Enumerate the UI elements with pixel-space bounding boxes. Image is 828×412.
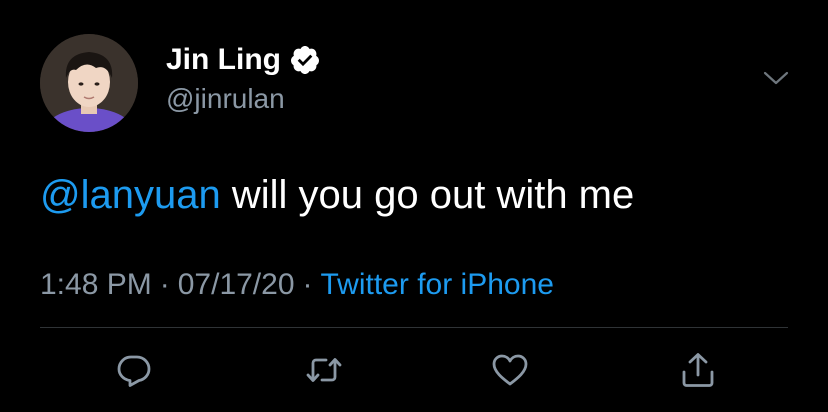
avatar-image <box>40 34 138 132</box>
share-icon <box>678 350 718 395</box>
mention-link[interactable]: @lanyuan <box>40 173 221 217</box>
action-bar <box>0 346 828 398</box>
retweet-button[interactable] <box>298 346 350 398</box>
display-name[interactable]: Jin Ling <box>166 42 281 78</box>
chevron-down-icon[interactable] <box>762 68 790 88</box>
tweet-body: will you go out with me <box>220 173 635 217</box>
reply-button[interactable] <box>108 346 160 398</box>
tweet-card: Jin Ling @jinrulan @lanyuan will you go … <box>0 0 828 412</box>
tweet-meta: 1:48 PM · 07/17/20 · Twitter for iPhone <box>40 266 554 304</box>
meta-separator: · <box>302 268 313 301</box>
divider <box>40 327 788 328</box>
heart-icon <box>490 350 530 395</box>
display-name-row[interactable]: Jin Ling <box>166 42 321 78</box>
tweet-time[interactable]: 1:48 PM <box>40 268 152 301</box>
meta-separator: · <box>159 268 170 301</box>
user-handle[interactable]: @jinrulan <box>166 82 285 116</box>
tweet-source[interactable]: Twitter for iPhone <box>321 268 554 301</box>
retweet-icon <box>304 350 344 395</box>
tweet-text: @lanyuan will you go out with me <box>40 170 634 220</box>
like-button[interactable] <box>484 346 536 398</box>
tweet-date[interactable]: 07/17/20 <box>178 268 295 301</box>
avatar[interactable] <box>40 34 138 132</box>
reply-icon <box>114 350 154 395</box>
verified-badge-icon <box>289 44 321 76</box>
share-button[interactable] <box>672 346 724 398</box>
